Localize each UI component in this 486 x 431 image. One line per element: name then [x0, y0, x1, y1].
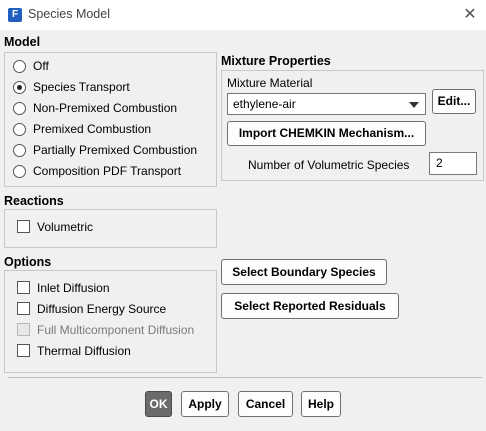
import-chemkin-button[interactable]: Import CHEMKIN Mechanism... [227, 121, 426, 146]
checkbox-label: Diffusion Energy Source [37, 302, 167, 316]
model-heading: Model [4, 35, 41, 49]
radio-button[interactable] [13, 60, 26, 73]
options-group: Inlet Diffusion Diffusion Energy Source … [4, 270, 217, 373]
edit-button[interactable]: Edit... [432, 89, 476, 114]
mixture-material-value: ethylene-air [233, 97, 296, 111]
checkbox[interactable] [17, 344, 30, 357]
reactions-group: Volumetric [4, 209, 217, 248]
cancel-button[interactable]: Cancel [238, 391, 293, 417]
checkbox[interactable] [17, 302, 30, 315]
mixture-material-label: Mixture Material [227, 76, 313, 90]
radio-button[interactable] [13, 81, 26, 94]
select-reported-residuals-button[interactable]: Select Reported Residuals [221, 293, 399, 319]
volumetric-species-label: Number of Volumetric Species [248, 158, 410, 172]
ok-button[interactable]: OK [145, 391, 172, 417]
checkbox-label: Inlet Diffusion [37, 281, 110, 295]
radio-label: Composition PDF Transport [33, 164, 182, 178]
close-icon[interactable]: ✕ [458, 4, 482, 26]
volumetric-species-input[interactable]: 2 [429, 152, 477, 175]
radio-label: Species Transport [33, 80, 130, 94]
title-bar: F Species Model ✕ [0, 0, 486, 30]
window-title: Species Model [28, 7, 110, 21]
radio-button[interactable] [13, 144, 26, 157]
checkbox[interactable] [17, 281, 30, 294]
radio-label: Premixed Combustion [33, 122, 152, 136]
app-icon: F [8, 8, 22, 22]
apply-button[interactable]: Apply [181, 391, 229, 417]
checkbox [17, 323, 30, 336]
mixture-properties-heading: Mixture Properties [221, 54, 331, 68]
model-group: Off Species Transport Non-Premixed Combu… [4, 52, 217, 187]
radio-label: Off [33, 59, 49, 73]
options-heading: Options [4, 255, 52, 269]
radio-label: Partially Premixed Combustion [33, 143, 198, 157]
mixture-group: Mixture Material ethylene-air Edit... Im… [221, 70, 484, 181]
checkbox-label: Full Multicomponent Diffusion [37, 323, 195, 337]
radio-button[interactable] [13, 165, 26, 178]
radio-label: Non-Premixed Combustion [33, 101, 178, 115]
reactions-heading: Reactions [4, 194, 64, 208]
radio-button[interactable] [13, 123, 26, 136]
help-button[interactable]: Help [301, 391, 341, 417]
checkbox[interactable] [17, 220, 30, 233]
chevron-down-icon [409, 102, 419, 108]
footer-divider [8, 377, 482, 378]
select-boundary-species-button[interactable]: Select Boundary Species [221, 259, 387, 285]
mixture-material-select[interactable]: ethylene-air [227, 93, 426, 115]
checkbox-label: Thermal Diffusion [37, 344, 131, 358]
radio-button[interactable] [13, 102, 26, 115]
checkbox-label: Volumetric [37, 220, 94, 234]
